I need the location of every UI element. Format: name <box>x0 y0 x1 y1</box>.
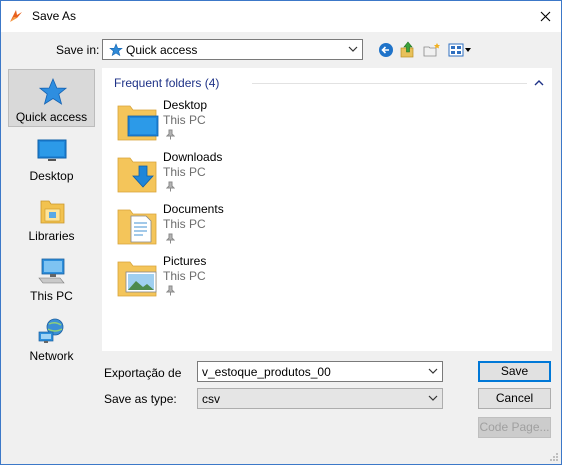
libraries-icon <box>40 200 65 224</box>
close-button[interactable] <box>529 1 561 31</box>
computer-icon <box>38 258 65 284</box>
chevron-down-icon <box>348 46 358 52</box>
star-icon <box>109 42 123 56</box>
star-icon <box>38 78 68 105</box>
desktop-folder-icon <box>117 105 159 141</box>
view-menu-button[interactable] <box>447 40 473 60</box>
folder-item-pictures[interactable]: Pictures This PC <box>116 254 316 304</box>
place-label: Network <box>29 349 74 363</box>
folder-location: This PC <box>163 217 206 231</box>
save-as-dialog: Save As Save in: Quick access Quick acce… <box>0 0 562 465</box>
place-label: Libraries <box>28 229 75 243</box>
app-logo-icon <box>10 10 22 22</box>
places-bar: Quick access Desktop Libraries This PC N… <box>8 68 95 378</box>
save-in-dropdown[interactable]: Quick access <box>102 39 363 60</box>
back-button[interactable] <box>376 40 396 60</box>
new-folder-icon <box>423 43 440 57</box>
view-menu-icon <box>448 43 471 57</box>
save-as-type-label: Save as type: <box>104 392 177 406</box>
folder-name: Downloads <box>163 150 223 164</box>
save-button[interactable]: Save <box>478 361 551 382</box>
place-label: Quick access <box>15 110 88 124</box>
filename-label: Exportação de <box>104 366 182 380</box>
filename-field[interactable]: v_estoque_produtos_00 <box>197 361 443 382</box>
pin-icon <box>166 233 175 244</box>
chevron-down-icon[interactable] <box>428 367 438 375</box>
pin-icon <box>166 181 175 192</box>
place-quick-access[interactable]: Quick access <box>8 69 95 127</box>
save-as-type-value: csv <box>202 392 220 406</box>
place-label: This PC <box>30 289 73 303</box>
folder-name: Pictures <box>163 254 207 268</box>
save-in-value: Quick access <box>126 42 198 57</box>
documents-folder-icon <box>117 209 157 245</box>
resize-grip-icon[interactable] <box>549 452 559 462</box>
up-folder-icon <box>400 41 414 58</box>
place-label: Desktop <box>29 169 74 183</box>
pictures-folder-icon <box>117 261 157 297</box>
new-folder-button[interactable] <box>422 40 442 60</box>
window-title: Save As <box>32 9 77 23</box>
code-page-button[interactable]: Code Page... <box>478 417 551 438</box>
folder-item-documents[interactable]: Documents This PC <box>116 202 316 252</box>
group-divider <box>252 83 527 84</box>
file-list[interactable]: Frequent folders (4) Desktop This PC Dow… <box>102 68 552 351</box>
close-icon <box>540 11 550 21</box>
chevron-down-icon <box>428 395 438 401</box>
place-desktop[interactable]: Desktop <box>8 129 95 187</box>
folder-location: This PC <box>163 269 206 283</box>
folder-location: This PC <box>163 113 206 127</box>
place-network[interactable]: Network <box>8 309 95 367</box>
folder-item-desktop[interactable]: Desktop This PC <box>116 98 316 148</box>
pin-icon <box>166 285 175 296</box>
group-header[interactable]: Frequent folders (4) <box>114 76 219 90</box>
pin-icon <box>166 129 175 140</box>
cancel-button[interactable]: Cancel <box>478 388 551 409</box>
desktop-icon <box>37 139 67 161</box>
place-this-pc[interactable]: This PC <box>8 249 95 307</box>
up-folder-button[interactable] <box>398 40 418 60</box>
network-icon <box>38 318 64 343</box>
folder-name: Documents <box>163 202 224 216</box>
folder-name: Desktop <box>163 98 208 112</box>
place-libraries[interactable]: Libraries <box>8 189 95 247</box>
folder-item-downloads[interactable]: Downloads This PC <box>116 150 316 200</box>
filename-value: v_estoque_produtos_00 <box>202 365 331 379</box>
downloads-folder-icon <box>117 157 157 193</box>
collapse-caret-icon[interactable] <box>534 79 544 86</box>
folder-location: This PC <box>163 165 206 179</box>
save-in-label: Save in: <box>56 43 100 57</box>
back-arrow-icon <box>379 43 393 57</box>
save-as-type-dropdown[interactable]: csv <box>197 388 443 409</box>
title-bar[interactable]: Save As <box>1 1 561 32</box>
